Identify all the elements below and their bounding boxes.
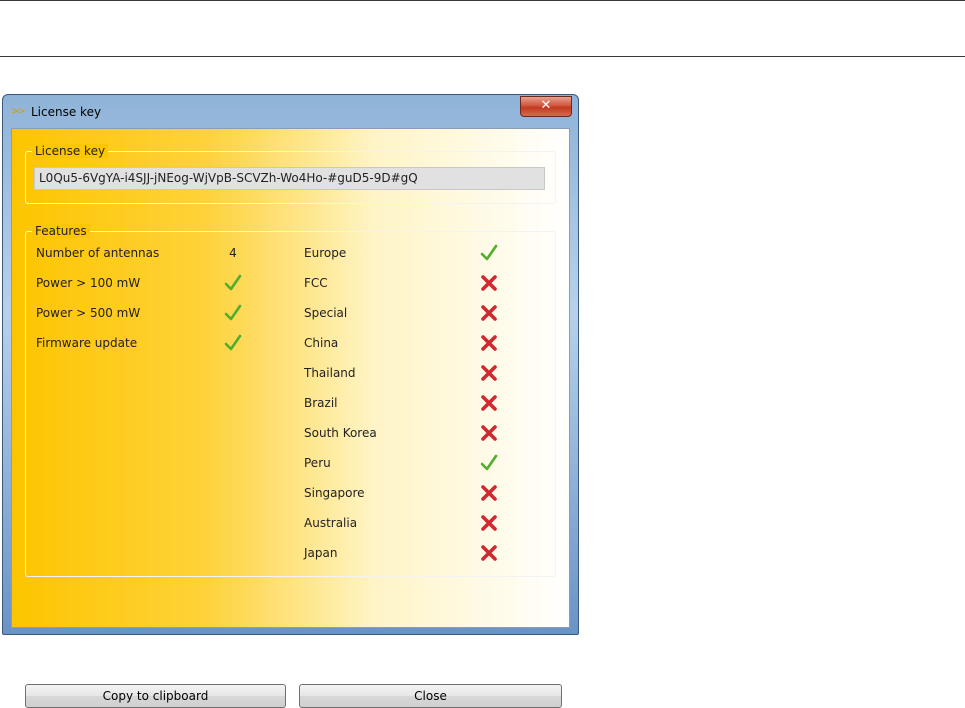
feature-label: Power > 500 mW	[36, 306, 141, 320]
title-bar[interactable]: >> License key ✕	[3, 95, 578, 129]
dialog-client-area: License key L0Qu5-6VgYA-i4SJJ-jNEog-WjVp…	[11, 128, 570, 708]
region-label: Singapore	[304, 486, 365, 500]
region-label: Brazil	[304, 396, 338, 410]
close-button[interactable]: Close	[299, 684, 562, 708]
region-label: Europe	[304, 246, 347, 260]
close-icon: ✕	[540, 98, 552, 113]
feature-label: Number of antennas	[36, 246, 160, 260]
check-icon	[224, 334, 242, 351]
cross-icon	[481, 485, 497, 501]
license-key-group: License key L0Qu5-6VgYA-i4SJJ-jNEog-WjVp…	[25, 144, 556, 204]
feature-label: Firmware update	[36, 336, 138, 350]
cross-icon	[481, 515, 497, 531]
feature-label: Power > 100 mW	[36, 276, 141, 290]
region-label: Peru	[304, 456, 331, 470]
region-label: Japan	[304, 546, 338, 560]
feature-value: 4	[229, 246, 237, 260]
cross-icon	[481, 545, 497, 561]
cross-icon	[481, 305, 497, 321]
cross-icon	[481, 395, 497, 411]
region-label: China	[304, 336, 339, 350]
separator-rule	[0, 56, 965, 57]
check-icon	[224, 274, 242, 291]
top-rule	[0, 0, 965, 1]
check-icon	[480, 244, 498, 261]
cross-icon	[481, 365, 497, 381]
cross-icon	[481, 275, 497, 291]
license-key-legend: License key	[32, 144, 109, 158]
arrow-chevrons-icon: >>	[11, 106, 26, 117]
region-label: Australia	[304, 516, 358, 530]
region-label: FCC	[304, 276, 328, 290]
cross-icon	[481, 425, 497, 441]
check-icon	[224, 304, 242, 321]
features-legend: Features	[32, 224, 90, 238]
license-key-window: >> License key ✕ License key L0Qu5-6VgYA…	[2, 94, 579, 708]
cross-icon	[481, 335, 497, 351]
window-title: License key	[31, 105, 102, 119]
features-group: Features Number of antennas 4 Power > 100 …	[25, 224, 556, 577]
license-key-field[interactable]: L0Qu5-6VgYA-i4SJJ-jNEog-WjVpB-SCVZh-Wo4H…	[34, 167, 545, 190]
copy-to-clipboard-button[interactable]: Copy to clipboard	[25, 684, 286, 708]
check-icon	[480, 454, 498, 471]
close-window-button[interactable]: ✕	[520, 96, 572, 117]
region-label: Thailand	[304, 366, 356, 380]
region-label: Special	[304, 306, 348, 320]
region-label: South Korea	[304, 426, 377, 440]
